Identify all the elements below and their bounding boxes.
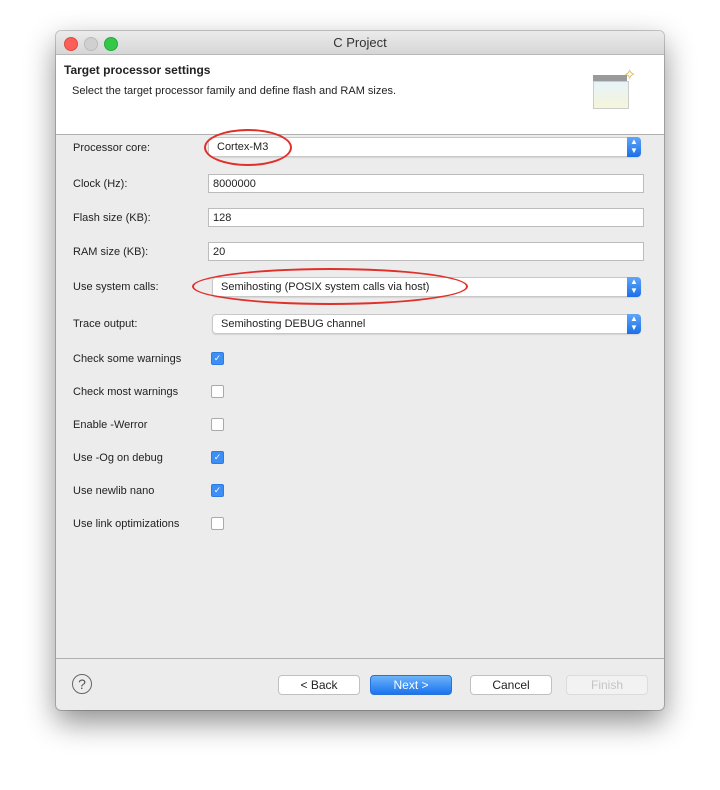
trace-output-value: Semihosting DEBUG channel [221,318,366,330]
processor-core-label: Processor core: [73,142,151,154]
wizard-header: Target processor settings Select the tar… [56,55,664,135]
close-button[interactable] [64,37,78,51]
ram-size-input[interactable]: 20 [208,242,644,261]
window-title: C Project [333,35,387,50]
help-icon[interactable]: ? [72,674,92,694]
annotation-ellipse [204,129,292,166]
checkbox-label: Check some warnings [73,353,182,365]
system-calls-label: Use system calls: [73,281,159,293]
checkbox-label: Enable -Werror [73,419,148,431]
checkbox-label: Use newlib nano [73,485,155,497]
zoom-button[interactable] [104,37,118,51]
back-button[interactable]: < Back [278,675,360,695]
flash-size-label: Flash size (KB): [73,212,151,224]
chevron-updown-icon: ▲ ▼ [627,314,641,334]
checkbox-label: Use -Og on debug [73,452,163,464]
checkbox-label: Use link optimizations [73,518,180,530]
next-button[interactable]: Next > [370,675,452,695]
clock-label: Clock (Hz): [73,178,128,190]
footer-divider [56,658,664,659]
c-project-dialog: C Project Target processor settings Sele… [56,31,664,710]
page-subtitle: Select the target processor family and d… [72,85,397,97]
annotation-ellipse [192,268,468,305]
checkbox-label: Check most warnings [73,386,179,398]
ram-size-label: RAM size (KB): [73,246,149,258]
title-bar: C Project [56,31,664,55]
minimize-button[interactable] [84,37,98,51]
use-link-optimizations-checkbox[interactable] [211,517,224,530]
trace-output-select[interactable]: Semihosting DEBUG channel ▲ ▼ [212,314,641,334]
finish-button: Finish [566,675,648,695]
check-most-warnings-checkbox[interactable] [211,385,224,398]
page-title: Target processor settings [64,63,211,77]
trace-output-label: Trace output: [73,318,138,330]
cancel-button[interactable]: Cancel [470,675,552,695]
clock-input[interactable]: 8000000 [208,174,644,193]
flash-size-input[interactable]: 128 [208,208,644,227]
chevron-updown-icon: ▲ ▼ [627,137,641,157]
use-og-debug-checkbox[interactable]: ✓ [211,451,224,464]
check-some-warnings-checkbox[interactable]: ✓ [211,352,224,365]
chevron-updown-icon: ▲ ▼ [627,277,641,297]
enable-werror-checkbox[interactable] [211,418,224,431]
wizard-banner-icon: ✧ [593,67,636,111]
use-newlib-nano-checkbox[interactable]: ✓ [211,484,224,497]
